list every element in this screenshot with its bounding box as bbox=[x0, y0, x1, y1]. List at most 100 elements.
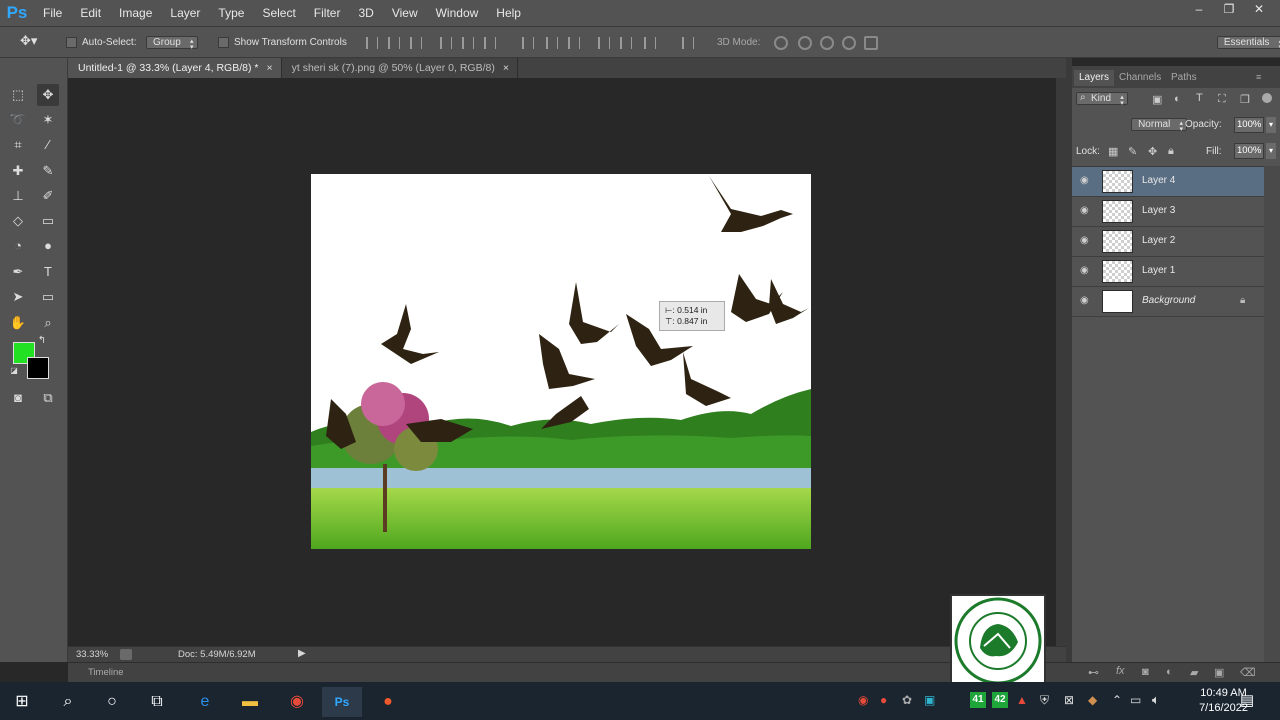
new-group-icon[interactable]: ▰ bbox=[1190, 666, 1198, 679]
document-canvas[interactable] bbox=[311, 174, 811, 549]
align-left-icon[interactable] bbox=[440, 37, 452, 49]
timeline-label[interactable]: Timeline bbox=[88, 667, 124, 678]
align-hcenter-icon[interactable] bbox=[462, 37, 474, 49]
chrome-browser-icon[interactable]: ◉ bbox=[277, 687, 317, 717]
eraser-tool-icon[interactable]: ◇ bbox=[7, 210, 29, 232]
blur-tool-icon[interactable]: ◔ bbox=[7, 235, 29, 257]
slide-3d-icon[interactable] bbox=[842, 36, 856, 50]
menu-window[interactable]: Window bbox=[427, 0, 488, 26]
distribute-top-icon[interactable] bbox=[522, 37, 534, 49]
windows-start-icon[interactable]: ⊞ bbox=[2, 687, 42, 717]
task-view-icon[interactable]: ⧉ bbox=[137, 687, 177, 717]
auto-select-dropdown[interactable]: Group bbox=[146, 36, 198, 49]
quick-mask-icon[interactable]: ◙ bbox=[7, 387, 29, 409]
layer-row-background[interactable]: ◉ Background 🔒︎ bbox=[1072, 287, 1264, 317]
distribute-left-icon[interactable] bbox=[598, 37, 610, 49]
pen-tool-icon[interactable]: ✒ bbox=[7, 261, 29, 283]
lock-position-icon[interactable]: ✥ bbox=[1148, 145, 1157, 158]
tray-recorder-icon[interactable]: ● bbox=[880, 693, 887, 707]
default-colors-icon[interactable]: ◪ bbox=[7, 364, 21, 378]
orbit-3d-icon[interactable] bbox=[774, 36, 788, 50]
opacity-input[interactable]: 100% bbox=[1234, 117, 1264, 133]
tray-badge-42[interactable]: 42 bbox=[992, 692, 1008, 708]
tray-app-icon[interactable]: ✿ bbox=[902, 693, 912, 707]
align-top-icon[interactable] bbox=[366, 37, 378, 49]
status-menu-arrow-icon[interactable]: ▶ bbox=[298, 648, 306, 659]
clone-stamp-tool-icon[interactable]: ⊥ bbox=[7, 185, 29, 207]
tray-shield-icon[interactable]: ⛨ bbox=[1040, 693, 1049, 708]
notifications-icon[interactable]: ▤ bbox=[1240, 691, 1254, 709]
background-color-swatch[interactable] bbox=[27, 357, 49, 379]
align-bottom-icon[interactable] bbox=[410, 37, 422, 49]
tray-badge-41[interactable]: 41 bbox=[970, 692, 986, 708]
adjustment-layer-icon[interactable]: ◐ bbox=[1166, 666, 1173, 678]
magic-wand-tool-icon[interactable]: ✶ bbox=[37, 109, 59, 131]
visibility-eye-icon[interactable]: ◉ bbox=[1080, 295, 1092, 307]
filter-smart-object-icon[interactable]: ❐ bbox=[1240, 93, 1250, 106]
edge-browser-icon[interactable]: e bbox=[185, 687, 225, 717]
marquee-tool-icon[interactable]: ⬚ bbox=[7, 84, 29, 106]
screen-recorder-icon[interactable]: ● bbox=[368, 687, 408, 717]
distribute-vcenter-icon[interactable] bbox=[546, 37, 558, 49]
roll-3d-icon[interactable] bbox=[798, 36, 812, 50]
align-right-icon[interactable] bbox=[484, 37, 496, 49]
auto-align-icon[interactable] bbox=[682, 37, 694, 49]
auto-select-checkbox[interactable]: Auto-Select: bbox=[66, 34, 136, 52]
close-button[interactable]: ✕ bbox=[1246, 0, 1272, 18]
status-share-icon[interactable] bbox=[120, 649, 132, 660]
tab-layers[interactable]: Layers bbox=[1074, 70, 1115, 86]
path-selection-tool-icon[interactable]: ➤ bbox=[7, 286, 29, 308]
tab-untitled-1[interactable]: Untitled-1 @ 33.3% (Layer 4, RGB/8) * × bbox=[68, 58, 282, 78]
dodge-tool-icon[interactable]: ● bbox=[37, 235, 59, 257]
zoom-tool-icon[interactable]: ⌕ bbox=[37, 312, 59, 334]
type-tool-icon[interactable]: T bbox=[37, 261, 59, 283]
blend-mode-dropdown[interactable]: Normal bbox=[1131, 118, 1188, 131]
align-vcenter-icon[interactable] bbox=[388, 37, 400, 49]
move-tool-preset-icon[interactable]: ✥▾ bbox=[20, 32, 37, 50]
filter-shape-icon[interactable]: ⛶ bbox=[1218, 93, 1226, 106]
tray-network-app-icon[interactable]: ▣ bbox=[924, 693, 935, 707]
menu-select[interactable]: Select bbox=[253, 0, 304, 26]
filter-type-icon[interactable]: T bbox=[1196, 92, 1203, 104]
hand-tool-icon[interactable]: ✋ bbox=[7, 312, 29, 334]
tray-defender-icon[interactable]: ⊠ bbox=[1064, 693, 1074, 707]
gradient-tool-icon[interactable]: ▭ bbox=[37, 210, 59, 232]
new-layer-icon[interactable]: ▣ bbox=[1214, 666, 1224, 679]
visibility-eye-icon[interactable]: ◉ bbox=[1080, 175, 1092, 187]
layers-scrollbar[interactable] bbox=[1264, 166, 1280, 662]
layer-row-layer-1[interactable]: ◉ Layer 1 bbox=[1072, 257, 1264, 287]
layer-row-layer-4[interactable]: ◉ Layer 4 bbox=[1072, 167, 1264, 197]
layer-row-layer-3[interactable]: ◉ Layer 3 bbox=[1072, 197, 1264, 227]
restore-button[interactable]: ❐ bbox=[1216, 0, 1242, 18]
scale-3d-icon[interactable] bbox=[864, 36, 878, 50]
filter-pixel-icon[interactable]: ▣ bbox=[1152, 93, 1162, 106]
tab-channels[interactable]: Channels bbox=[1114, 70, 1166, 86]
file-explorer-icon[interactable]: ▬ bbox=[230, 687, 270, 717]
panel-menu-icon[interactable]: ≡ bbox=[1256, 72, 1261, 82]
menu-filter[interactable]: Filter bbox=[305, 0, 350, 26]
lock-all-icon[interactable]: 🔒︎ bbox=[1168, 145, 1174, 158]
menu-file[interactable]: File bbox=[34, 0, 71, 26]
menu-edit[interactable]: Edit bbox=[71, 0, 110, 26]
layer-style-icon[interactable]: fx bbox=[1116, 665, 1125, 677]
lasso-tool-icon[interactable]: ➰ bbox=[7, 109, 29, 131]
tab-yt-sheri[interactable]: yt sheri sk (7).png @ 50% (Layer 0, RGB/… bbox=[282, 58, 518, 78]
menu-image[interactable]: Image bbox=[110, 0, 161, 26]
menu-help[interactable]: Help bbox=[487, 0, 530, 26]
visibility-eye-icon[interactable]: ◉ bbox=[1080, 265, 1092, 277]
tray-chevron-icon[interactable]: ⌃ bbox=[1112, 693, 1122, 707]
menu-type[interactable]: Type bbox=[209, 0, 253, 26]
rectangle-tool-icon[interactable]: ▭ bbox=[37, 286, 59, 308]
add-mask-icon[interactable]: ◙ bbox=[1142, 666, 1149, 678]
fill-input[interactable]: 100% bbox=[1234, 143, 1264, 159]
search-icon[interactable]: ⌕ bbox=[48, 687, 88, 717]
tray-chrome-icon[interactable]: ◉ bbox=[858, 693, 868, 707]
delete-layer-icon[interactable]: ⌫ bbox=[1240, 666, 1256, 679]
history-brush-tool-icon[interactable]: ✐ bbox=[37, 185, 59, 207]
show-transform-checkbox[interactable]: Show Transform Controls bbox=[218, 34, 347, 52]
volume-icon[interactable]: 🔈︎ bbox=[1152, 692, 1160, 708]
filter-adjustment-icon[interactable]: ◐ bbox=[1174, 93, 1181, 105]
brush-tool-icon[interactable]: ✎ bbox=[37, 160, 59, 182]
close-tab-icon[interactable]: × bbox=[266, 62, 272, 74]
healing-brush-tool-icon[interactable]: ✚ bbox=[7, 160, 29, 182]
